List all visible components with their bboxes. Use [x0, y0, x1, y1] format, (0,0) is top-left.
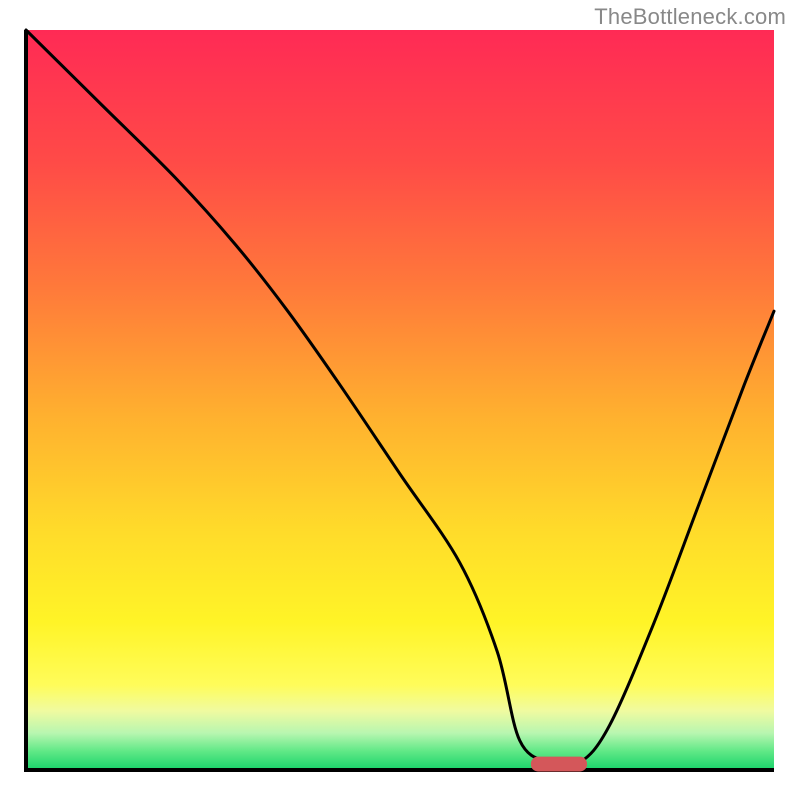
bottleneck-chart — [0, 0, 800, 800]
optimal-marker — [531, 757, 587, 772]
chart-frame: TheBottleneck.com — [0, 0, 800, 800]
